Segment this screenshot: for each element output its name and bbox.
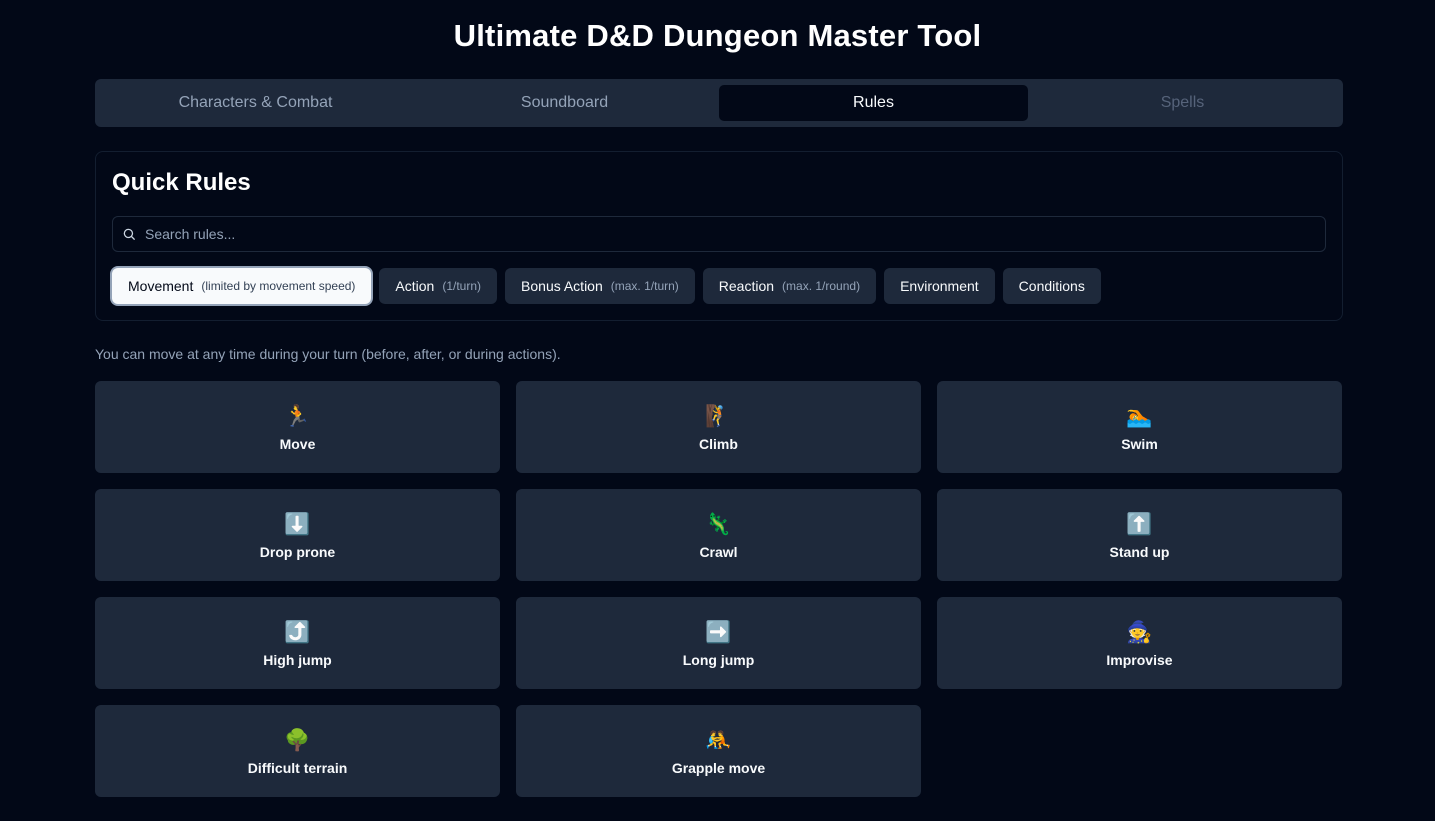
category-label: Environment bbox=[900, 278, 979, 294]
category-movement[interactable]: Movement (limited by movement speed) bbox=[112, 268, 372, 304]
rule-card-crawl[interactable]: 🦎 Crawl bbox=[516, 489, 921, 581]
rule-card-move[interactable]: 🏃 Move bbox=[95, 381, 500, 473]
rule-card-label: Stand up bbox=[1109, 544, 1170, 560]
page-title: Ultimate D&D Dungeon Master Tool bbox=[453, 18, 982, 53]
rule-card-label: Swim bbox=[1121, 436, 1158, 452]
curved-up-arrow-icon: ⤴️ bbox=[284, 620, 311, 644]
rule-card-label: Move bbox=[279, 436, 316, 452]
category-label: Conditions bbox=[1018, 278, 1085, 294]
rule-card-label: Crawl bbox=[699, 544, 738, 560]
category-label: Reaction bbox=[718, 278, 775, 294]
quick-rules-title: Quick Rules bbox=[112, 169, 251, 196]
category-note: (limited by movement speed) bbox=[201, 279, 356, 293]
rule-card-improvise[interactable]: 🧙 Improvise bbox=[937, 597, 1342, 689]
rule-card-label: Grapple move bbox=[671, 760, 766, 776]
wrestling-icon: 🤼 bbox=[705, 728, 732, 752]
rule-categories: Movement (limited by movement speed) Act… bbox=[112, 268, 1101, 304]
category-conditions[interactable]: Conditions bbox=[1002, 268, 1101, 304]
category-environment[interactable]: Environment bbox=[884, 268, 995, 304]
rule-card-label: Drop prone bbox=[259, 544, 336, 560]
category-label: Movement bbox=[128, 278, 194, 294]
category-action[interactable]: Action (1/turn) bbox=[379, 268, 498, 304]
tab-rules[interactable]: Rules bbox=[719, 85, 1028, 121]
rule-card-label: Climb bbox=[699, 436, 738, 452]
rule-card-difficult-terrain[interactable]: 🌳 Difficult terrain bbox=[95, 705, 500, 797]
rule-card-stand-up[interactable]: ⬆️ Stand up bbox=[937, 489, 1342, 581]
rule-card-climb[interactable]: 🧗 Climb bbox=[516, 381, 921, 473]
tab-spells[interactable]: Spells bbox=[1028, 85, 1337, 121]
rule-card-long-jump[interactable]: ➡️ Long jump bbox=[516, 597, 921, 689]
rule-card-label: Difficult terrain bbox=[247, 760, 348, 776]
tab-soundboard[interactable]: Soundboard bbox=[410, 85, 719, 121]
category-reaction[interactable]: Reaction (max. 1/round) bbox=[702, 268, 877, 304]
quick-rules-card: Quick Rules Movement (limited by movemen… bbox=[95, 151, 1343, 321]
rule-card-swim[interactable]: 🏊 Swim bbox=[937, 381, 1342, 473]
running-icon: 🏃 bbox=[284, 404, 311, 428]
rule-card-high-jump[interactable]: ⤴️ High jump bbox=[95, 597, 500, 689]
down-arrow-icon: ⬇️ bbox=[284, 512, 311, 536]
rule-actions-grid: 🏃 Move 🧗 Climb 🏊 Swim ⬇️ Drop prone 🦎 Cr… bbox=[95, 381, 1343, 797]
category-note: (max. 1/round) bbox=[782, 279, 861, 293]
search-input[interactable] bbox=[145, 217, 1315, 251]
climbing-icon: 🧗 bbox=[705, 404, 732, 428]
right-arrow-icon: ➡️ bbox=[705, 620, 732, 644]
category-label: Bonus Action bbox=[521, 278, 603, 294]
category-description: You can move at any time during your tur… bbox=[95, 346, 561, 362]
category-label: Action bbox=[395, 278, 435, 294]
rule-card-label: Long jump bbox=[682, 652, 755, 668]
category-bonus-action[interactable]: Bonus Action (max. 1/turn) bbox=[505, 268, 695, 304]
lizard-icon: 🦎 bbox=[705, 512, 732, 536]
rule-card-grapple-move[interactable]: 🤼 Grapple move bbox=[516, 705, 921, 797]
rule-card-label: High jump bbox=[263, 652, 332, 668]
rule-card-drop-prone[interactable]: ⬇️ Drop prone bbox=[95, 489, 500, 581]
swimming-icon: 🏊 bbox=[1126, 404, 1153, 428]
main-tabs: Characters & Combat Soundboard Rules Spe… bbox=[95, 79, 1343, 127]
search-box bbox=[112, 216, 1326, 252]
wizard-icon: 🧙 bbox=[1126, 620, 1153, 644]
category-note: (max. 1/turn) bbox=[610, 279, 679, 293]
tree-icon: 🌳 bbox=[284, 728, 311, 752]
tab-characters-combat[interactable]: Characters & Combat bbox=[101, 85, 410, 121]
rule-card-label: Improvise bbox=[1106, 652, 1173, 668]
category-note: (1/turn) bbox=[442, 279, 482, 293]
up-arrow-icon: ⬆️ bbox=[1126, 512, 1153, 536]
search-icon bbox=[123, 228, 135, 240]
